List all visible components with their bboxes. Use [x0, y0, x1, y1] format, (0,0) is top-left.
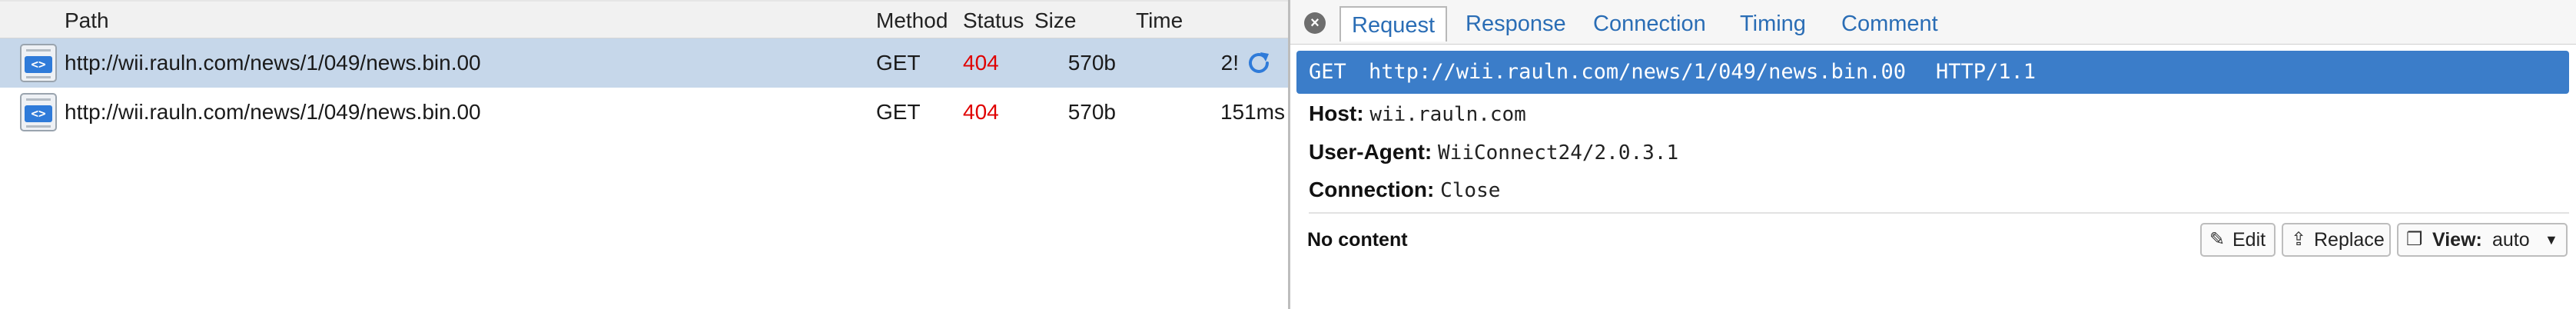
caret-down-icon: ▼: [2544, 232, 2558, 248]
tab-request[interactable]: Request: [1339, 6, 1448, 42]
file-code-icon: <>: [20, 44, 57, 82]
replace-button-label: Replace: [2314, 229, 2385, 251]
view-mode-dropdown[interactable]: ❐ View: auto ▼: [2397, 223, 2568, 257]
flow-row[interactable]: <> http://wii.rauln.com/news/1/049/news.…: [0, 88, 1288, 137]
flow-list-panel: Path Method Status Size Time <> http://w…: [0, 0, 1288, 309]
flow-row[interactable]: <> http://wii.rauln.com/news/1/049/news.…: [0, 38, 1288, 88]
request-http-version: HTTP/1.1: [1936, 60, 2037, 84]
column-header-size[interactable]: Size: [1034, 2, 1076, 38]
file-code-icon: <>: [20, 93, 57, 131]
tab-comment[interactable]: Comment: [1831, 6, 1949, 42]
header-row-user-agent: User-Agent: WiiConnect24/2.0.3.1: [1309, 140, 1679, 164]
flow-status: 404: [963, 100, 999, 124]
header-value: WiiConnect24/2.0.3.1: [1438, 141, 1679, 164]
request-url: http://wii.rauln.com/news/1/049/news.bin…: [1369, 60, 1906, 84]
header-key: Host: [1309, 101, 1357, 125]
upload-icon: ⇪: [2291, 229, 2307, 250]
header-row-connection: Connection: Close: [1309, 178, 1501, 202]
column-header-path[interactable]: Path: [65, 2, 109, 38]
flow-method: GET: [876, 51, 921, 75]
header-row-host: Host: wii.rauln.com: [1309, 101, 1526, 126]
flow-size: 570b: [1067, 51, 1116, 75]
flow-status: 404: [963, 51, 999, 75]
flow-detail-panel: × Request Response Connection Timing Com…: [1290, 0, 2576, 309]
header-value: wii.rauln.com: [1369, 103, 1526, 126]
flow-method: GET: [876, 100, 921, 124]
flow-size: 570b: [1067, 100, 1116, 124]
close-icon[interactable]: ×: [1304, 12, 1326, 34]
pencil-icon: ✎: [2209, 229, 2226, 250]
header-key: Connection: [1309, 178, 1427, 201]
column-header-time[interactable]: Time: [1136, 2, 1183, 38]
column-header-method[interactable]: Method: [876, 2, 948, 38]
request-line: GET http://wii.rauln.com/news/1/049/news…: [1296, 51, 2569, 94]
header-key: User-Agent: [1309, 140, 1425, 164]
replay-icon[interactable]: [1243, 48, 1274, 78]
tab-response[interactable]: Response: [1455, 6, 1577, 42]
replace-button[interactable]: ⇪ Replace: [2282, 223, 2391, 257]
no-content-label: No content: [1307, 229, 1408, 251]
flow-time: 151ms: [1220, 100, 1285, 124]
flow-path: http://wii.rauln.com/news/1/049/news.bin…: [65, 100, 481, 124]
header-value: Close: [1440, 179, 1501, 202]
tab-connection[interactable]: Connection: [1582, 6, 1717, 42]
detail-tabs: × Request Response Connection Timing Com…: [1290, 0, 2576, 45]
body-separator: [1309, 212, 2569, 214]
view-value: auto: [2492, 229, 2530, 251]
tab-timing[interactable]: Timing: [1729, 6, 1817, 42]
flow-list-header: Path Method Status Size Time: [0, 0, 1288, 38]
flow-time: 2!: [1220, 51, 1239, 75]
edit-button-label: Edit: [2232, 229, 2266, 251]
view-label: View:: [2432, 229, 2482, 251]
copy-icon: ❐: [2406, 229, 2423, 250]
edit-button[interactable]: ✎ Edit: [2200, 223, 2276, 257]
flow-path: http://wii.rauln.com/news/1/049/news.bin…: [65, 51, 481, 75]
column-header-status[interactable]: Status: [963, 2, 1024, 38]
request-method: GET: [1309, 60, 1346, 84]
